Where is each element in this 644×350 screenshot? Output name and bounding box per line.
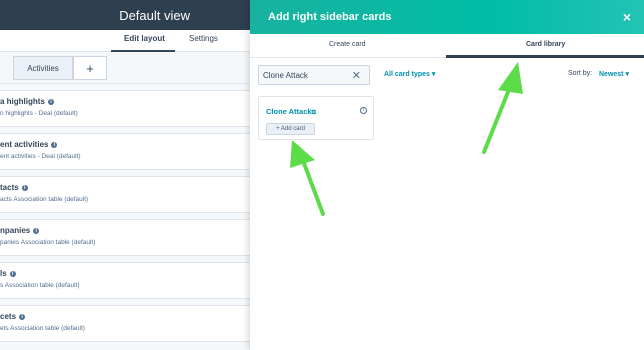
info-icon: i [33, 228, 40, 234]
clear-search-icon[interactable]: ✕ [352, 69, 361, 82]
sort-dropdown[interactable]: Newest ▾ [599, 70, 629, 78]
card-title-link[interactable]: Clone Attack [266, 107, 312, 116]
section-title: cets [0, 312, 17, 321]
section-subtitle: acts Association table (default) [0, 196, 89, 203]
sidebar-title: Add right sidebar cards [268, 11, 392, 23]
add-tab-button[interactable]: + [73, 56, 107, 80]
add-cards-sidebar: Add right sidebar cards × Create card Ca… [250, 0, 644, 350]
section-subtitle: n highlights - Deal (default) [0, 110, 78, 117]
section-title: ent activities [0, 140, 49, 149]
info-icon: i [21, 185, 28, 191]
active-tab-indicator [446, 55, 644, 58]
settings-tab[interactable]: Settings [189, 34, 218, 43]
close-icon[interactable]: × [620, 10, 634, 24]
section-title: tacts [0, 183, 19, 192]
section-title: ls [0, 269, 7, 278]
section-subtitle: ent activities - Deal (default) [0, 153, 81, 160]
card-section-activities[interactable]: ent activities i ent activities - Deal (d… [0, 133, 250, 170]
library-card: Clone Attack⧉ i + Add card [258, 96, 374, 140]
info-icon: i [19, 314, 26, 320]
card-type-filter[interactable]: All card types ▾ [384, 70, 435, 78]
card-section-deals[interactable]: ls i s Association table (default) [0, 262, 250, 299]
record-layout-panel: Default view Edit layout Settings Activi… [0, 0, 250, 350]
add-card-button[interactable]: + Add card [266, 123, 315, 135]
card-section-contacts[interactable]: tacts i acts Association table (default) [0, 176, 250, 213]
external-link-icon[interactable]: ⧉ [312, 110, 316, 116]
tab-create-card[interactable]: Create card [329, 41, 366, 48]
card-section-tickets[interactable]: cets i ets Association table (default) [0, 305, 250, 342]
section-title: a highlights [0, 97, 45, 106]
view-title: Default view [119, 7, 190, 23]
section-subtitle: s Association table (default) [0, 282, 80, 289]
sidebar-tabs: Create card Card library [250, 34, 644, 58]
sidebar-header: Add right sidebar cards × [250, 0, 644, 34]
section-subtitle: panies Association table (default) [0, 239, 96, 246]
card-section-companies[interactable]: npanies i panies Association table (defau… [0, 219, 250, 256]
sort-label: Sort by: [568, 70, 593, 77]
info-icon: i [51, 142, 58, 148]
edit-layout-tab[interactable]: Edit layout [124, 34, 165, 43]
search-value: Clone Attack [263, 70, 308, 80]
view-header: Default view [0, 0, 250, 30]
info-icon: i [47, 99, 54, 105]
search-input[interactable]: Clone Attack ✕ [258, 65, 370, 85]
layout-subnav: Edit layout Settings [0, 30, 250, 52]
info-icon: i [9, 271, 16, 277]
tabs-row: Activities + [0, 52, 250, 84]
info-icon[interactable]: i [360, 107, 367, 114]
section-title: npanies [0, 226, 31, 235]
card-section-highlights[interactable]: a highlights i n highlights - Deal (defau… [0, 90, 250, 127]
activities-tab[interactable]: Activities [13, 56, 73, 80]
tab-card-library[interactable]: Card library [526, 41, 565, 48]
section-subtitle: ets Association table (default) [0, 325, 85, 332]
